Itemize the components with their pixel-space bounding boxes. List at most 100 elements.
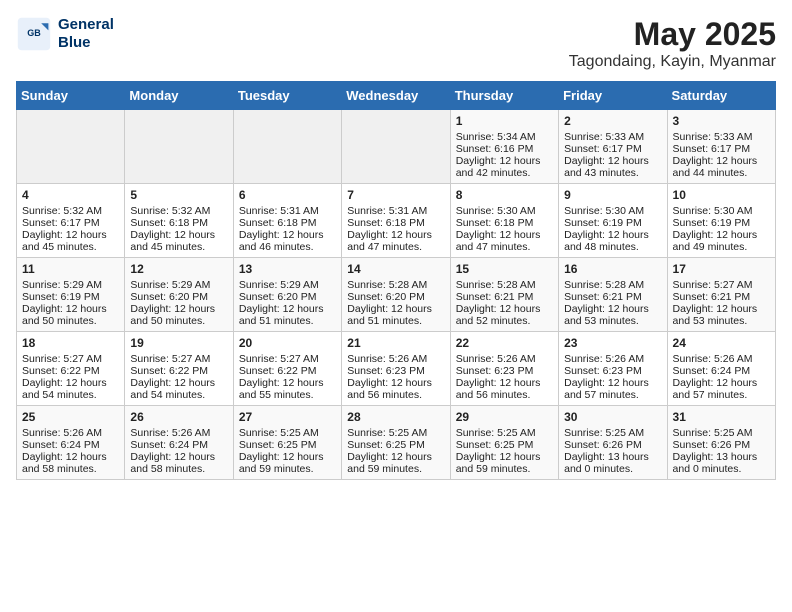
day-info: Sunset: 6:19 PM xyxy=(22,291,119,303)
calendar-cell xyxy=(125,110,233,184)
title-block: May 2025 Tagondaing, Kayin, Myanmar xyxy=(569,16,776,71)
calendar-week-row: 4Sunrise: 5:32 AMSunset: 6:17 PMDaylight… xyxy=(17,184,776,258)
day-info: Daylight: 12 hours xyxy=(22,303,119,315)
calendar-cell: 19Sunrise: 5:27 AMSunset: 6:22 PMDayligh… xyxy=(125,332,233,406)
day-info: Daylight: 12 hours xyxy=(239,229,336,241)
weekday-header: Tuesday xyxy=(233,82,341,110)
day-number: 16 xyxy=(564,262,661,276)
day-info: Sunset: 6:23 PM xyxy=(564,365,661,377)
calendar-cell: 5Sunrise: 5:32 AMSunset: 6:18 PMDaylight… xyxy=(125,184,233,258)
day-info: Sunrise: 5:30 AM xyxy=(564,205,661,217)
day-info: and 58 minutes. xyxy=(22,463,119,475)
day-info: Daylight: 12 hours xyxy=(347,303,444,315)
calendar-cell: 16Sunrise: 5:28 AMSunset: 6:21 PMDayligh… xyxy=(559,258,667,332)
day-info: Daylight: 12 hours xyxy=(347,451,444,463)
day-info: and 56 minutes. xyxy=(347,389,444,401)
weekday-header: Saturday xyxy=(667,82,775,110)
day-info: and 59 minutes. xyxy=(347,463,444,475)
calendar-cell: 26Sunrise: 5:26 AMSunset: 6:24 PMDayligh… xyxy=(125,406,233,480)
day-info: Sunset: 6:22 PM xyxy=(239,365,336,377)
weekday-header: Friday xyxy=(559,82,667,110)
day-info: Sunrise: 5:26 AM xyxy=(347,353,444,365)
day-info: Sunrise: 5:34 AM xyxy=(456,131,553,143)
day-number: 30 xyxy=(564,410,661,424)
day-info: Sunrise: 5:25 AM xyxy=(456,427,553,439)
day-number: 20 xyxy=(239,336,336,350)
day-info: Sunrise: 5:25 AM xyxy=(673,427,770,439)
day-number: 17 xyxy=(673,262,770,276)
day-number: 7 xyxy=(347,188,444,202)
calendar-cell xyxy=(342,110,450,184)
month-title: May 2025 xyxy=(569,16,776,53)
location: Tagondaing, Kayin, Myanmar xyxy=(569,53,776,71)
day-info: Sunset: 6:18 PM xyxy=(456,217,553,229)
day-info: Sunset: 6:24 PM xyxy=(673,365,770,377)
day-number: 11 xyxy=(22,262,119,276)
day-number: 29 xyxy=(456,410,553,424)
day-info: Sunset: 6:26 PM xyxy=(564,439,661,451)
calendar-cell: 27Sunrise: 5:25 AMSunset: 6:25 PMDayligh… xyxy=(233,406,341,480)
day-info: and 0 minutes. xyxy=(564,463,661,475)
day-info: and 47 minutes. xyxy=(347,241,444,253)
calendar-cell: 14Sunrise: 5:28 AMSunset: 6:20 PMDayligh… xyxy=(342,258,450,332)
day-info: Sunset: 6:22 PM xyxy=(22,365,119,377)
weekday-header: Thursday xyxy=(450,82,558,110)
day-info: Sunrise: 5:29 AM xyxy=(239,279,336,291)
day-info: Daylight: 12 hours xyxy=(130,303,227,315)
calendar-cell: 22Sunrise: 5:26 AMSunset: 6:23 PMDayligh… xyxy=(450,332,558,406)
day-info: Sunset: 6:16 PM xyxy=(456,143,553,155)
day-number: 2 xyxy=(564,114,661,128)
day-info: Sunrise: 5:29 AM xyxy=(130,279,227,291)
weekday-header-row: SundayMondayTuesdayWednesdayThursdayFrid… xyxy=(17,82,776,110)
day-info: Sunset: 6:21 PM xyxy=(456,291,553,303)
day-info: Sunset: 6:17 PM xyxy=(564,143,661,155)
calendar-cell: 25Sunrise: 5:26 AMSunset: 6:24 PMDayligh… xyxy=(17,406,125,480)
day-number: 13 xyxy=(239,262,336,276)
day-info: Daylight: 12 hours xyxy=(239,451,336,463)
day-info: Daylight: 13 hours xyxy=(564,451,661,463)
calendar-table: SundayMondayTuesdayWednesdayThursdayFrid… xyxy=(16,81,776,480)
calendar-week-row: 11Sunrise: 5:29 AMSunset: 6:19 PMDayligh… xyxy=(17,258,776,332)
day-info: Daylight: 12 hours xyxy=(347,377,444,389)
day-info: Daylight: 12 hours xyxy=(22,229,119,241)
day-info: Sunrise: 5:25 AM xyxy=(564,427,661,439)
day-number: 5 xyxy=(130,188,227,202)
day-number: 26 xyxy=(130,410,227,424)
calendar-cell: 29Sunrise: 5:25 AMSunset: 6:25 PMDayligh… xyxy=(450,406,558,480)
day-info: and 46 minutes. xyxy=(239,241,336,253)
day-info: Daylight: 12 hours xyxy=(564,229,661,241)
day-info: and 48 minutes. xyxy=(564,241,661,253)
day-info: Daylight: 12 hours xyxy=(130,377,227,389)
day-info: Sunrise: 5:26 AM xyxy=(130,427,227,439)
day-info: and 54 minutes. xyxy=(22,389,119,401)
day-number: 3 xyxy=(673,114,770,128)
day-info: Daylight: 12 hours xyxy=(456,303,553,315)
calendar-cell: 10Sunrise: 5:30 AMSunset: 6:19 PMDayligh… xyxy=(667,184,775,258)
day-info: Sunset: 6:19 PM xyxy=(673,217,770,229)
day-info: Sunrise: 5:28 AM xyxy=(564,279,661,291)
day-info: Sunrise: 5:29 AM xyxy=(22,279,119,291)
day-info: Sunset: 6:21 PM xyxy=(673,291,770,303)
page-header: GB General Blue May 2025 Tagondaing, Kay… xyxy=(16,16,776,71)
day-info: Sunrise: 5:28 AM xyxy=(456,279,553,291)
day-info: and 54 minutes. xyxy=(130,389,227,401)
day-info: Daylight: 12 hours xyxy=(456,451,553,463)
day-info: Daylight: 12 hours xyxy=(239,377,336,389)
day-number: 18 xyxy=(22,336,119,350)
calendar-cell: 31Sunrise: 5:25 AMSunset: 6:26 PMDayligh… xyxy=(667,406,775,480)
day-number: 12 xyxy=(130,262,227,276)
day-info: and 51 minutes. xyxy=(347,315,444,327)
logo-line2: Blue xyxy=(58,34,114,52)
day-info: and 42 minutes. xyxy=(456,167,553,179)
day-info: Sunset: 6:24 PM xyxy=(130,439,227,451)
calendar-cell: 18Sunrise: 5:27 AMSunset: 6:22 PMDayligh… xyxy=(17,332,125,406)
calendar-cell: 20Sunrise: 5:27 AMSunset: 6:22 PMDayligh… xyxy=(233,332,341,406)
day-info: Sunrise: 5:31 AM xyxy=(347,205,444,217)
day-info: Daylight: 12 hours xyxy=(22,451,119,463)
day-info: and 57 minutes. xyxy=(564,389,661,401)
day-number: 25 xyxy=(22,410,119,424)
day-info: Sunset: 6:18 PM xyxy=(347,217,444,229)
calendar-week-row: 18Sunrise: 5:27 AMSunset: 6:22 PMDayligh… xyxy=(17,332,776,406)
logo: GB General Blue xyxy=(16,16,114,52)
calendar-cell xyxy=(17,110,125,184)
